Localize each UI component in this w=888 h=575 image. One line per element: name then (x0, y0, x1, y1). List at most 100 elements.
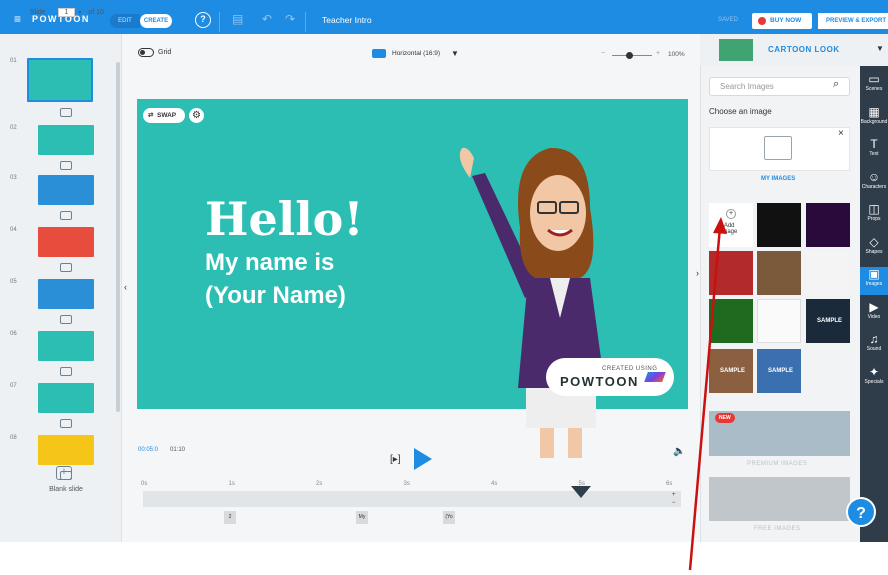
cartoon-look-selector[interactable]: CARTOON LOOK ▼ (700, 34, 888, 66)
play-from-scene-icon[interactable]: [▸] (390, 454, 401, 465)
transition-icon[interactable] (60, 367, 72, 376)
transition-icon[interactable] (60, 108, 72, 117)
my-images-label[interactable]: MY IMAGES (761, 176, 795, 182)
transition-icon[interactable] (60, 211, 72, 220)
slide-thumbnail[interactable] (38, 125, 94, 155)
zoom-in-icon[interactable]: + (656, 50, 660, 57)
timeline-add-icon[interactable]: + (672, 492, 676, 498)
slide-thumbnail[interactable] (38, 279, 94, 309)
rail-characters[interactable]: ☺ Characters (860, 170, 888, 190)
grid-toggle[interactable] (138, 48, 154, 57)
powtoon-logo-icon (644, 372, 666, 382)
image-thumb[interactable] (757, 203, 801, 247)
search-images-input[interactable]: Search Images (709, 77, 850, 96)
help-circle-icon[interactable]: ? (195, 12, 211, 28)
image-thumb[interactable] (806, 251, 850, 295)
chevron-down-icon: ▼ (876, 44, 884, 53)
slide-thumbnail[interactable] (38, 331, 94, 361)
timeline-tick: 0s (141, 481, 148, 487)
slide-number: 03 (10, 175, 17, 181)
free-images-label[interactable]: FREE IMAGES (754, 526, 801, 532)
notes-icon[interactable]: ▤ (232, 12, 243, 26)
rail-label: Characters (861, 183, 887, 190)
video-icon: ▶ (869, 299, 879, 314)
collapse-left-icon[interactable]: ‹ (124, 282, 127, 292)
rail-images[interactable]: ▣ Images (860, 267, 888, 295)
rail-scenes[interactable]: ▭ Scenes (860, 72, 888, 92)
undo-icon[interactable]: ↶ (262, 12, 272, 26)
slide-thumbnail[interactable] (38, 175, 94, 205)
your-name-text[interactable]: (Your Name) (205, 282, 346, 310)
close-icon[interactable]: × (838, 128, 844, 139)
blank-slide-label[interactable]: Blank slide (40, 486, 92, 493)
current-time: 00:05:0 (138, 447, 159, 453)
transition-icon[interactable] (60, 161, 72, 170)
image-thumb[interactable]: SAMPLE (757, 349, 801, 393)
timeline-track[interactable] (143, 491, 681, 507)
transition-icon[interactable] (60, 419, 72, 428)
timeline-marker[interactable]: My (356, 511, 368, 524)
chevron-down-icon: ▼ (77, 10, 83, 16)
zoom-out-icon[interactable]: − (601, 50, 605, 57)
rail-text[interactable]: T Text (860, 137, 888, 157)
rail-label: Specials (864, 378, 884, 385)
rail-video[interactable]: ▶ Video (860, 300, 888, 320)
rail-label: Props (867, 216, 881, 222)
menu-icon[interactable]: ≡ (14, 12, 21, 26)
my-name-is-text[interactable]: My name is (205, 249, 334, 277)
slide-selector[interactable]: Slide 1 ▼ of 10 (30, 8, 104, 17)
divider (305, 12, 306, 32)
help-button[interactable]: ? (846, 497, 876, 527)
powtoon-watermark: POWTOON (560, 374, 639, 389)
preview-export-button[interactable]: PREVIEW & EXPORT (818, 13, 888, 29)
play-icon[interactable] (414, 448, 432, 470)
add-slide-icon[interactable]: + (56, 466, 72, 480)
image-thumb[interactable] (757, 299, 801, 343)
rail-label: Background (860, 118, 888, 125)
slide-thumbnail[interactable] (38, 227, 94, 257)
look-thumbnail (719, 39, 753, 61)
slides-scrollbar[interactable] (116, 62, 120, 412)
slide-thumbnail[interactable] (27, 58, 93, 102)
teacher-character[interactable] (440, 118, 640, 458)
gear-icon[interactable]: ⚙ (189, 108, 204, 123)
timeline-marker[interactable]: 2 (224, 511, 236, 524)
buy-now-button[interactable]: BUY NOW (752, 13, 812, 29)
slide-thumbnail[interactable] (38, 435, 94, 465)
search-icon[interactable]: ⌕ (833, 78, 839, 91)
rail-shapes[interactable]: ◇ Shapes (860, 235, 888, 255)
rail-background[interactable]: ▦ Background (860, 105, 888, 125)
orientation-select[interactable]: Horizontal (16:9) (392, 50, 440, 57)
slide-current-select[interactable]: 1 (57, 8, 76, 17)
rail-props[interactable]: ◫ Props (860, 202, 888, 222)
transition-icon[interactable] (60, 315, 72, 324)
redo-icon[interactable]: ↷ (285, 12, 295, 26)
project-title[interactable]: Teacher Intro (322, 15, 372, 25)
premium-images-banner[interactable]: NEW (709, 411, 850, 456)
timeline-remove-icon[interactable]: − (672, 500, 676, 506)
hello-text[interactable]: Hello! (205, 192, 364, 246)
rail-specials[interactable]: ✦ Specials (860, 365, 888, 385)
image-thumb[interactable] (806, 203, 850, 247)
timeline-marker[interactable]: (Yo (443, 511, 455, 524)
swap-button[interactable]: ⇄ SWAP (143, 108, 185, 123)
orientation-icon[interactable] (372, 49, 386, 58)
playhead[interactable] (571, 486, 591, 498)
chevron-down-icon[interactable]: ▼ (451, 49, 459, 58)
swap-icon: ⇄ (148, 112, 154, 119)
rail-sound[interactable]: ♫ Sound (860, 332, 888, 352)
free-images-banner[interactable] (709, 477, 850, 521)
premium-images-label[interactable]: PREMIUM IMAGES (747, 461, 807, 467)
swap-label: SWAP (157, 112, 177, 119)
look-label: CARTOON LOOK (768, 45, 840, 54)
image-thumb[interactable] (757, 251, 801, 295)
transition-icon[interactable] (60, 263, 72, 272)
image-thumb[interactable]: SAMPLE (806, 299, 850, 343)
zoom-slider-thumb[interactable] (626, 52, 633, 59)
create-mode-button[interactable]: CREATE (140, 14, 172, 28)
rail-label: Scenes (865, 86, 883, 92)
edit-mode-button[interactable]: EDIT (110, 14, 140, 28)
slide-thumbnail[interactable] (38, 383, 94, 413)
rail-label: Text (869, 151, 879, 157)
slide-number: 05 (10, 279, 17, 285)
